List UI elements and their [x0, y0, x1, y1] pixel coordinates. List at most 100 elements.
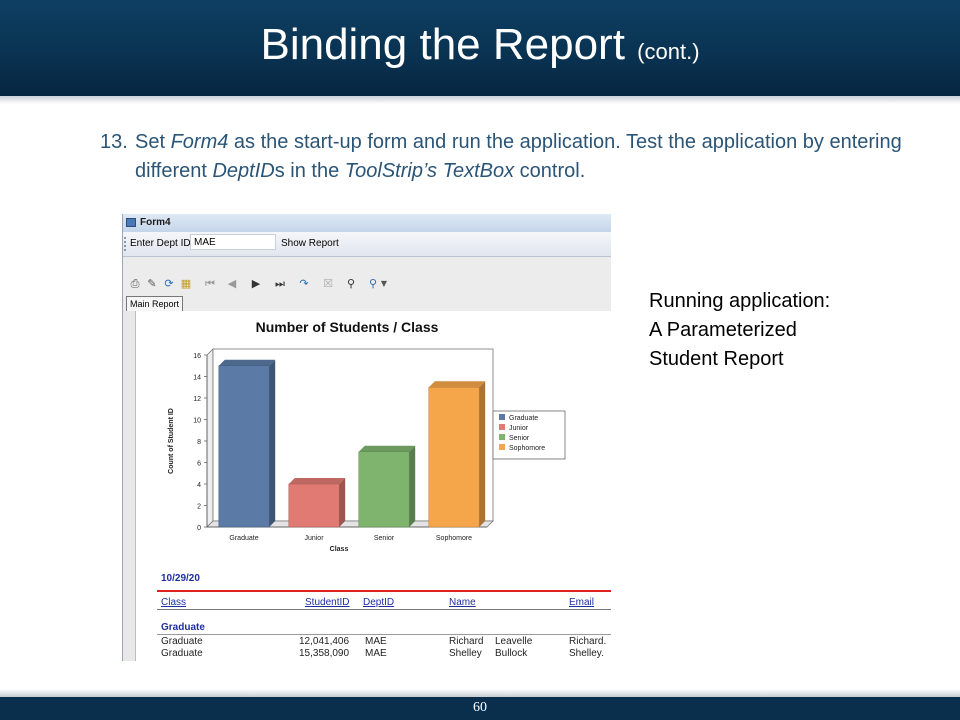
y-axis-label: Count of Student ID: [168, 408, 175, 474]
chart-title: Number of Students / Class: [256, 319, 439, 335]
prev-page-icon[interactable]: ◀: [225, 277, 239, 290]
show-report-button[interactable]: Show Report: [281, 238, 339, 249]
bar-top: [428, 381, 486, 388]
bar-top: [358, 445, 416, 452]
row1-first: Richard: [449, 636, 484, 647]
title-main: Binding the Report: [260, 20, 625, 69]
slide-title-bar: Binding the Report (cont.): [0, 0, 960, 96]
step-instruction: 13. Set Form4 as the start-up form and r…: [100, 128, 940, 186]
step-number: 13.: [100, 131, 128, 153]
toolstrip-grip[interactable]: [124, 237, 128, 251]
legend-label: Senior: [509, 435, 530, 442]
row2-dept: MAE: [365, 648, 387, 659]
footer-shadow: [0, 689, 960, 697]
dept-id-textbox[interactable]: MAE: [190, 234, 276, 250]
side-note-line: Student Report: [649, 348, 784, 370]
goto-page-icon[interactable]: ↷: [297, 277, 311, 290]
legend-label: Sophomore: [509, 445, 545, 452]
print-icon[interactable]: ⎙: [128, 277, 142, 290]
bar-sophomore: [428, 387, 480, 528]
bar-top: [218, 359, 276, 366]
row1-studentid: 12,041,406: [299, 636, 350, 647]
title-suffix: (cont.): [637, 39, 700, 64]
bar-side: [409, 445, 416, 527]
y-tick-label: 12: [193, 396, 201, 403]
form-icon: [126, 218, 136, 227]
bar-graduate: [218, 365, 270, 528]
legend-swatch: [499, 414, 505, 420]
tab-bar: [123, 299, 611, 311]
row1-email: Richard.: [569, 636, 607, 647]
toolstrip: Enter Dept ID MAE Show Report: [123, 232, 611, 257]
row2-studentid: 15,358,090: [299, 648, 350, 659]
row2-first: Shelley: [449, 648, 482, 659]
app-screenshot: Form4 Enter Dept ID MAE Show Report ⎙ ✎ …: [122, 214, 611, 661]
title-divider: [0, 96, 960, 104]
y-tick-label: 14: [193, 375, 201, 382]
y-tick-label: 0: [197, 525, 201, 532]
col-header-class: Class: [161, 597, 187, 608]
first-page-icon[interactable]: ⏮: [203, 277, 217, 290]
y-tick-label: 4: [197, 482, 201, 489]
side-note-line: Running application:: [649, 290, 831, 312]
export-icon[interactable]: ✎: [145, 277, 159, 290]
bar-side: [479, 381, 486, 527]
bar-junior: [288, 483, 340, 528]
side-note-line: A Parameterized: [649, 319, 797, 341]
find-icon[interactable]: ⚲: [344, 277, 358, 290]
y-tick-label: 8: [197, 439, 201, 446]
report-page: Number of Students / Class 0 2 4 6 8 10 12 14 16 C…: [123, 311, 611, 661]
x-tick-label: Junior: [304, 535, 324, 542]
refresh-icon[interactable]: ⟳: [162, 277, 176, 290]
row2-email: Shelley.: [569, 648, 604, 659]
zoom-icon[interactable]: ⚲: [366, 277, 380, 290]
bar-senior: [358, 451, 410, 528]
legend-label: Junior: [509, 425, 529, 432]
y-tick-label: 10: [193, 418, 201, 425]
row2-class: Graduate: [161, 648, 203, 659]
legend-swatch: [499, 424, 505, 430]
header-rule: [157, 609, 611, 610]
x-axis-label: Class: [330, 546, 349, 553]
bar-side: [269, 359, 276, 527]
col-header-name: Name: [449, 597, 476, 608]
row1-dept: MAE: [365, 636, 387, 647]
row1-last: Leavelle: [495, 636, 533, 647]
y-tick-label: 2: [197, 504, 201, 511]
tab-main-report[interactable]: Main Report: [126, 296, 184, 312]
group-header: Graduate: [161, 622, 205, 633]
side-note: Running application: A Parameterized Stu…: [649, 287, 830, 374]
x-tick-label: Graduate: [229, 535, 258, 542]
bar-side: [339, 478, 346, 527]
slide-title: Binding the Report (cont.): [0, 20, 960, 70]
footer-bar: 60: [0, 697, 960, 720]
y-tick-label: 16: [193, 353, 201, 360]
col-header-deptid: DeptID: [363, 597, 395, 608]
group-tree-icon[interactable]: ▦: [179, 277, 193, 290]
row2-last: Bullock: [495, 648, 528, 659]
report-header-rule: [157, 590, 611, 592]
group-rule: [157, 634, 611, 635]
report-date: 10/29/20: [161, 573, 200, 584]
legend-swatch: [499, 444, 505, 450]
zoom-dropdown-icon[interactable]: ▼: [380, 277, 388, 290]
students-per-class-chart: Number of Students / Class 0 2 4 6 8 10 12 14 16 C…: [168, 319, 566, 553]
row1-class: Graduate: [161, 636, 203, 647]
window-title-bar: Form4: [123, 214, 611, 232]
close-view-icon[interactable]: ☒: [321, 277, 335, 290]
last-page-icon[interactable]: ⏭: [273, 277, 287, 290]
window-title: Form4: [140, 217, 171, 228]
y-tick-label: 6: [197, 461, 201, 468]
next-page-icon[interactable]: ▶: [249, 277, 263, 290]
legend-label: Graduate: [509, 415, 538, 422]
bar-top: [288, 478, 346, 484]
step-text: Set Form4 as the start-up form and run t…: [135, 131, 902, 182]
col-header-studentid: StudentID: [305, 597, 350, 608]
legend-swatch: [499, 434, 505, 440]
col-header-email: Email: [569, 597, 595, 608]
page-number: 60: [473, 700, 487, 715]
viewer-toolbar: ⎙ ✎ ⟳ ▦ ⏮ ◀ ▶ ⏭ ↷ ☒ ⚲ ⚲ ▼: [123, 269, 611, 300]
plot-left-wall: [206, 348, 214, 528]
dept-id-label: Enter Dept ID: [130, 238, 191, 249]
toolbar-gap: [123, 257, 611, 269]
